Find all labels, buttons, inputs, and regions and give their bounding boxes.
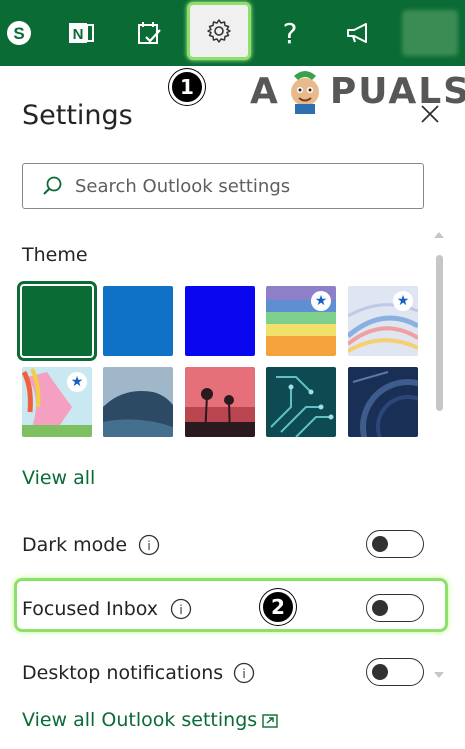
theme-unicorn[interactable]: ★ <box>22 367 92 437</box>
avatar[interactable] <box>402 10 458 56</box>
search-icon <box>43 176 62 195</box>
mascot-icon <box>290 71 319 114</box>
info-glyph: i <box>147 539 150 553</box>
onenote-letter: N <box>73 26 84 43</box>
premium-star-icon: ★ <box>393 291 413 311</box>
feedback-megaphone-icon[interactable] <box>328 0 390 66</box>
scroll-up-icon[interactable] <box>433 229 445 241</box>
settings-gear-button[interactable] <box>187 2 251 60</box>
premium-star-icon: ★ <box>67 372 87 392</box>
skype-letter: S <box>13 24 24 43</box>
theme-palms[interactable] <box>185 367 255 437</box>
search-input[interactable] <box>75 175 405 197</box>
info-glyph: i <box>242 667 245 681</box>
theme-blue[interactable] <box>103 286 173 356</box>
focused-inbox-label: Focused Inbox <box>22 598 159 620</box>
desktop-notifications-toggle[interactable] <box>366 658 424 686</box>
view-all-outlook-settings-link[interactable]: View all Outlook settings <box>22 709 257 731</box>
info-icon[interactable]: i <box>138 534 160 556</box>
scrollbar-thumb[interactable] <box>436 255 443 411</box>
theme-label: Theme <box>22 244 88 266</box>
settings-title: Settings <box>22 100 133 131</box>
theme-abstract[interactable]: ★ <box>348 286 418 356</box>
close-icon[interactable] <box>417 101 443 127</box>
help-icon[interactable]: ? <box>259 0 321 66</box>
top-app-bar: S N ? <box>0 0 465 66</box>
desktop-notifications-label: Desktop notifications <box>22 662 224 684</box>
info-icon[interactable]: i <box>170 598 192 620</box>
watermark-right: PUALS <box>329 70 465 112</box>
open-external-icon[interactable] <box>262 714 278 728</box>
theme-green[interactable] <box>17 281 97 361</box>
view-all-themes-link[interactable]: View all <box>22 467 95 489</box>
settings-search-box[interactable] <box>22 163 424 209</box>
theme-rainbow[interactable]: ★ <box>266 286 336 356</box>
theme-innovation[interactable] <box>348 367 418 437</box>
toggle-knob <box>372 664 388 680</box>
toggle-knob <box>372 600 388 616</box>
help-glyph: ? <box>282 16 298 50</box>
skype-icon[interactable]: S <box>0 0 50 66</box>
info-glyph: i <box>179 603 182 617</box>
toggle-knob <box>372 536 388 552</box>
premium-star-icon: ★ <box>311 291 331 311</box>
dark-mode-label: Dark mode <box>22 534 128 556</box>
gear-icon <box>207 19 231 43</box>
todo-icon[interactable] <box>118 0 180 66</box>
scroll-down-icon[interactable] <box>433 669 445 681</box>
theme-circuit[interactable] <box>266 367 336 437</box>
theme-coast[interactable] <box>103 367 173 437</box>
info-icon[interactable]: i <box>233 662 255 684</box>
dark-mode-toggle[interactable] <box>366 530 424 558</box>
focused-inbox-toggle[interactable] <box>366 594 424 622</box>
watermark-left: A <box>250 70 280 112</box>
onenote-icon[interactable]: N <box>50 0 112 66</box>
step-badge-1: 1 <box>169 69 205 105</box>
theme-bright-blue[interactable] <box>185 286 255 356</box>
